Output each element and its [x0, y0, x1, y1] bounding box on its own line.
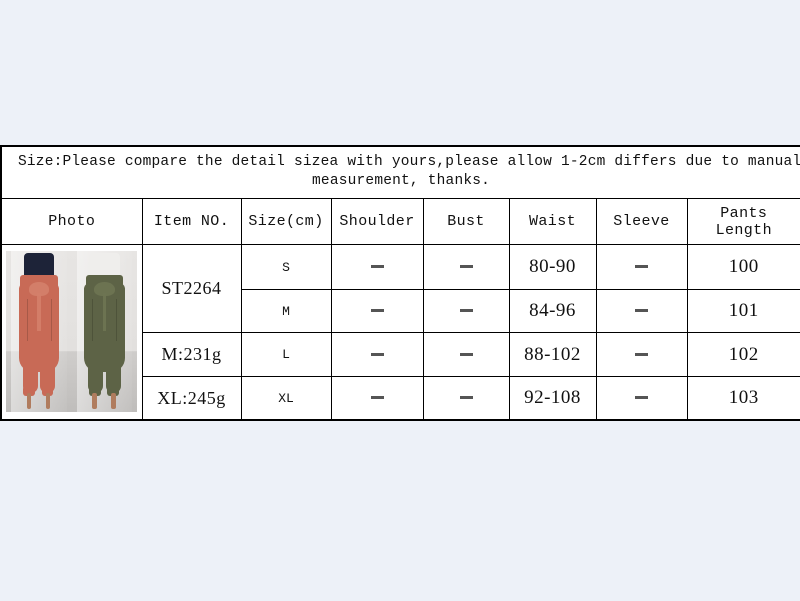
weight-cell-m: M:231g	[141, 332, 242, 378]
waist-cell-s: 80-90	[508, 243, 597, 291]
shoulder-cell-xl	[330, 376, 424, 421]
column-header-size: Size(cm)	[240, 198, 332, 245]
pocket-seam	[26, 299, 28, 342]
shoulder-cell-l	[330, 332, 424, 378]
waist-cell-xl: 92-108	[508, 376, 597, 421]
size-chart-table: Size:Please compare the detail sizea wit…	[0, 145, 800, 421]
size-cell-xl: XL	[240, 376, 332, 421]
product-photo	[6, 251, 138, 412]
pocket-seam	[50, 299, 52, 342]
column-header-sleeve: Sleeve	[595, 198, 688, 245]
sleeve-cell-l	[595, 332, 688, 378]
pocket-seam	[92, 299, 94, 342]
product-photo-cell	[0, 244, 143, 421]
model-shin	[45, 392, 51, 409]
dash-icon	[370, 309, 384, 313]
dash-icon	[635, 353, 648, 357]
waist-sash	[102, 292, 107, 332]
model-terracotta	[6, 251, 72, 412]
column-header-item-no: Item NO.	[141, 198, 242, 245]
column-header-waist: Waist	[508, 198, 597, 245]
dash-icon	[635, 265, 648, 269]
waist-sash	[37, 292, 41, 332]
size-cell-s: S	[240, 243, 332, 291]
table-row: ST2264 S 80-90 100	[0, 243, 800, 421]
column-header-shoulder: Shoulder	[330, 198, 424, 245]
size-cell-l: L	[240, 332, 332, 378]
dash-icon	[459, 265, 473, 269]
column-header-photo: Photo	[0, 198, 143, 245]
pants-length-cell-m: 101	[686, 289, 800, 334]
dash-icon	[459, 309, 473, 313]
bust-cell-xl	[422, 376, 510, 421]
size-note-cell: Size:Please compare the detail sizea wit…	[0, 145, 800, 199]
note-row: Size:Please compare the detail sizea wit…	[0, 145, 800, 199]
sleeve-cell-m	[595, 289, 688, 334]
pants-length-cell-s: 100	[686, 243, 800, 291]
pants-length-cell-l: 102	[686, 332, 800, 378]
dash-icon	[635, 309, 648, 313]
dash-icon	[370, 396, 384, 400]
column-header-bust: Bust	[422, 198, 510, 245]
size-note-line-2: measurement, thanks.	[312, 172, 491, 189]
shoulder-cell-s	[330, 243, 424, 291]
model-olive	[71, 251, 138, 412]
sleeve-cell-xl	[595, 376, 688, 421]
column-header-pants-length: Pants Length	[686, 198, 800, 245]
model-shin	[92, 392, 97, 409]
sleeve-cell-s	[595, 243, 688, 291]
waist-cell-l: 88-102	[508, 332, 597, 378]
dash-icon	[370, 353, 384, 357]
dash-icon	[459, 353, 473, 357]
bust-cell-l	[422, 332, 510, 378]
pocket-seam	[116, 299, 118, 342]
weight-cell-xl: XL:245g	[141, 376, 242, 421]
dash-icon	[459, 396, 473, 400]
dash-icon	[370, 265, 384, 269]
dash-icon	[635, 396, 648, 400]
bust-cell-s	[422, 243, 510, 291]
size-note-line-1: Size:Please compare the detail sizea wit…	[18, 153, 800, 170]
shoulder-cell-m	[330, 289, 424, 334]
size-cell-m: M	[240, 289, 332, 334]
model-shin	[111, 392, 116, 409]
model-shin	[26, 392, 32, 409]
pants-length-cell-xl: 103	[686, 376, 800, 421]
table-header-row: Photo Item NO. Size(cm) Shoulder Bust Wa…	[0, 198, 800, 245]
bust-cell-m	[422, 289, 510, 334]
waist-cell-m: 84-96	[508, 289, 597, 334]
item-number-cell: ST2264	[141, 243, 242, 334]
